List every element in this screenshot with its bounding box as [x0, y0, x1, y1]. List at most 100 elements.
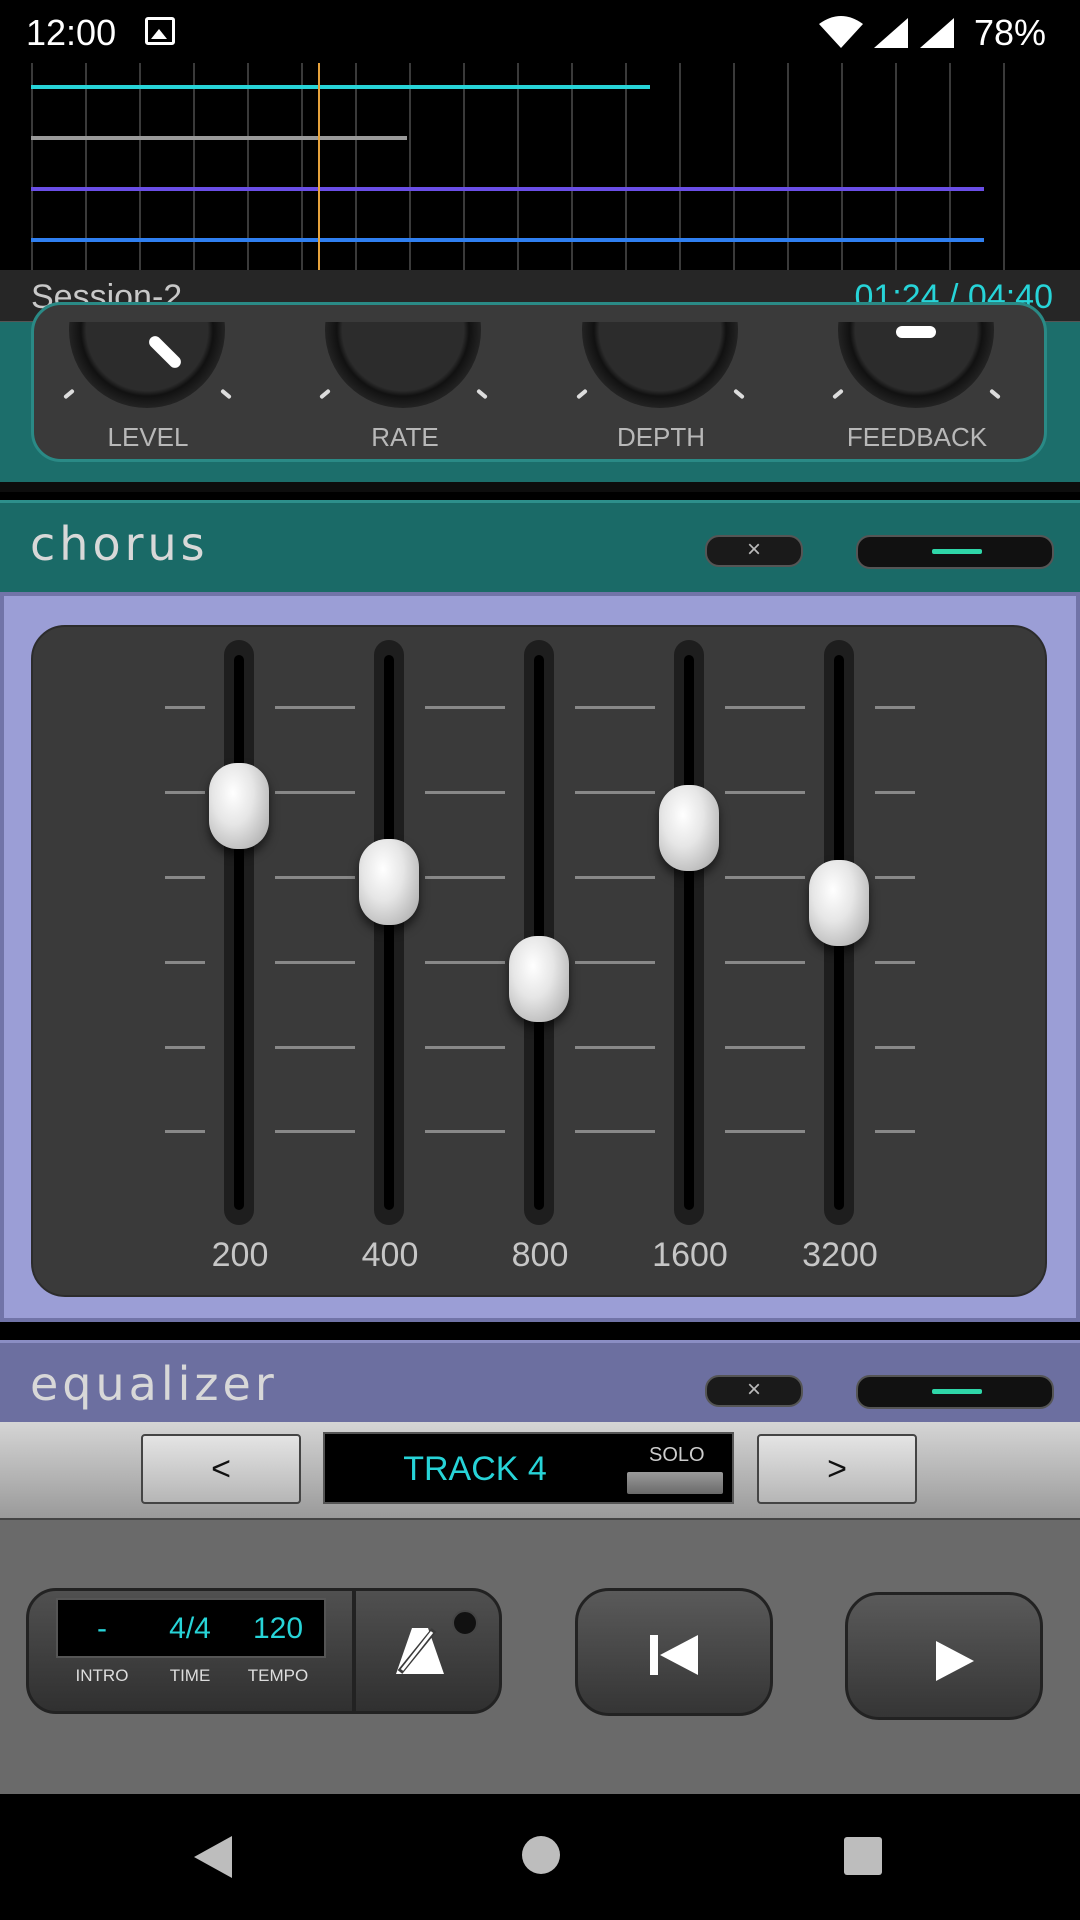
eq-scale-tick: [165, 1046, 205, 1049]
chorus-title: chorus: [30, 517, 209, 571]
eq-scale-tick: [165, 961, 205, 964]
eq-scale-tick: [425, 1130, 505, 1133]
eq-scale-tick: [165, 791, 205, 794]
eq-band-label: 3200: [802, 1236, 878, 1274]
intro-label: INTRO: [75, 1666, 129, 1685]
tempo-label: TEMPO: [247, 1666, 309, 1685]
timeline-gridline: [1003, 63, 1005, 270]
rate-knob[interactable]: [325, 322, 481, 412]
eq-scale-tick: [875, 876, 915, 879]
track-4-region[interactable]: [31, 238, 984, 242]
eq-scale-tick: [875, 1130, 915, 1133]
rewind-button[interactable]: [575, 1588, 773, 1716]
eq-scale-tick: [275, 876, 355, 879]
metronome-led: [452, 1610, 478, 1636]
back-nav-icon[interactable]: [190, 1834, 236, 1880]
eq-scale-tick: [425, 961, 505, 964]
roaming-indicator: R: [944, 34, 955, 50]
system-nav-bar: [0, 1794, 1080, 1920]
play-button[interactable]: [845, 1592, 1043, 1720]
eq-slider-handle[interactable]: [209, 763, 269, 850]
eq-scale-tick: [725, 1130, 805, 1133]
eq-slider-800[interactable]: [524, 640, 554, 1225]
lcd-divider: [352, 1590, 356, 1712]
eq-scale-tick: [875, 706, 915, 709]
eq-scale-tick: [275, 961, 355, 964]
eq-slider-handle[interactable]: [359, 838, 419, 925]
battery-level: 78%: [974, 12, 1047, 53]
timeline[interactable]: [0, 63, 1080, 270]
wifi-icon: [819, 16, 863, 48]
next-track-button[interactable]: >: [757, 1434, 917, 1504]
chorus-header: chorus ×: [0, 500, 1080, 592]
time-label: TIME: [169, 1666, 211, 1685]
eq-scale-tick: [575, 961, 655, 964]
time-signature-value[interactable]: 4/4: [145, 1612, 235, 1646]
feedback-knob[interactable]: [838, 322, 994, 412]
eq-slider-handle[interactable]: [809, 860, 869, 947]
eq-scale-tick: [575, 1130, 655, 1133]
eq-scale-tick: [875, 1046, 915, 1049]
eq-slider-1600[interactable]: [674, 640, 704, 1225]
status-time: 12:00: [26, 12, 117, 53]
eq-scale-tick: [725, 1046, 805, 1049]
depth-knob[interactable]: [582, 322, 738, 412]
eq-scale-tick: [275, 706, 355, 709]
prev-track-button[interactable]: <: [141, 1434, 301, 1504]
eq-scale-tick: [575, 1046, 655, 1049]
chorus-close-button[interactable]: ×: [705, 535, 803, 567]
equalizer-title: equalizer: [30, 1357, 278, 1411]
recents-nav-icon[interactable]: [843, 1836, 883, 1876]
track-2-region[interactable]: [31, 136, 407, 140]
eq-scale-tick: [875, 961, 915, 964]
home-nav-icon[interactable]: [520, 1834, 562, 1876]
eq-scale-tick: [575, 706, 655, 709]
eq-slider-handle[interactable]: [659, 784, 719, 871]
eq-scale-tick: [275, 1130, 355, 1133]
eq-scale-tick: [725, 876, 805, 879]
eq-scale-tick: [425, 1046, 505, 1049]
eq-scale-tick: [165, 876, 205, 879]
eq-slider-400[interactable]: [374, 640, 404, 1225]
eq-scale-tick: [725, 706, 805, 709]
knob-label-level: LEVEL: [107, 422, 189, 452]
eq-band-label: 200: [211, 1236, 269, 1274]
eq-scale-tick: [425, 876, 505, 879]
eq-scale-tick: [575, 876, 655, 879]
eq-scale-tick: [165, 706, 205, 709]
level-knob[interactable]: [69, 322, 225, 412]
eq-scale-tick: [425, 791, 505, 794]
eq-scale-tick: [725, 961, 805, 964]
eq-slider-handle[interactable]: [509, 936, 569, 1022]
eq-band-label: 800: [511, 1236, 569, 1274]
knob-label-depth: DEPTH: [616, 422, 706, 452]
intro-value[interactable]: -: [57, 1612, 147, 1646]
eq-scale-tick: [425, 706, 505, 709]
eq-scale-tick: [875, 791, 915, 794]
status-bar: 12:00 R 78%: [0, 0, 1080, 63]
equalizer-close-button[interactable]: ×: [705, 1375, 803, 1407]
metronome-icon[interactable]: [390, 1622, 450, 1678]
playhead-cursor[interactable]: [318, 63, 320, 270]
tempo-value[interactable]: 120: [233, 1612, 323, 1646]
track-1-region[interactable]: [31, 85, 650, 89]
image-notification-icon: [145, 17, 175, 45]
divider: [0, 482, 1080, 492]
track-3-region[interactable]: [31, 187, 984, 191]
track-display: TRACK 4 SOLO: [323, 1432, 734, 1504]
chorus-toggle-button[interactable]: [856, 535, 1054, 569]
eq-scale-tick: [275, 1046, 355, 1049]
eq-band-label: 1600: [652, 1236, 728, 1274]
eq-band-label: 400: [361, 1236, 419, 1274]
play-icon: [936, 1641, 974, 1681]
eq-slider-200[interactable]: [224, 640, 254, 1225]
eq-scale-tick: [725, 791, 805, 794]
eq-scale-tick: [275, 791, 355, 794]
equalizer-header: equalizer ×: [0, 1340, 1080, 1432]
cell-signal-icon: [874, 18, 908, 48]
eq-scale-tick: [165, 1130, 205, 1133]
equalizer-toggle-button[interactable]: [856, 1375, 1054, 1409]
knob-label-feedback: FEEDBACK: [846, 422, 988, 452]
solo-button[interactable]: [627, 1472, 723, 1494]
eq-scale-tick: [575, 791, 655, 794]
